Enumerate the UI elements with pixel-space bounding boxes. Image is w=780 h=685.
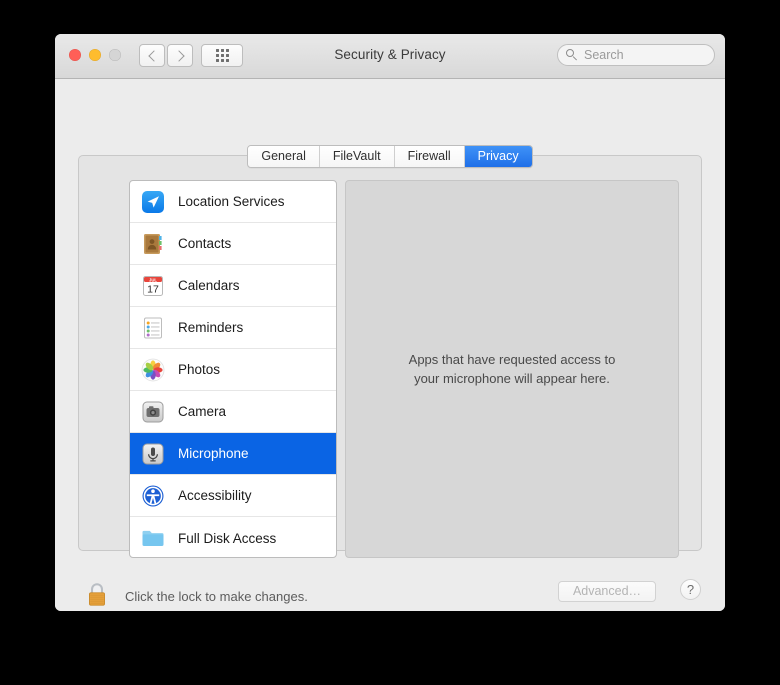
apps-list-pane[interactable]: Apps that have requested access to your … [345,180,679,558]
tab-general[interactable]: General [248,146,320,167]
privacy-services-list[interactable]: Location Services Contacts JUL 17 Calend… [129,180,337,558]
sidebar-item-label: Contacts [178,236,232,251]
sidebar-item-contacts[interactable]: Contacts [130,223,336,265]
sidebar-item-label: Calendars [178,278,240,293]
advanced-button[interactable]: Advanced… [558,581,656,602]
location-services-icon [140,189,166,215]
sidebar-item-photos[interactable]: Photos [130,349,336,391]
sidebar-item-microphone[interactable]: Microphone [130,433,336,475]
system-preferences-window: Security & Privacy General FileVault Fir… [55,34,725,611]
empty-state-message: Apps that have requested access to your … [408,352,616,386]
lock-message: Click the lock to make changes. [125,589,308,604]
sidebar-item-label: Location Services [178,194,285,209]
sidebar-item-label: Reminders [178,320,244,335]
sidebar-item-accessibility[interactable]: Accessibility [130,475,336,517]
camera-icon [140,399,166,425]
sidebar-item-calendars[interactable]: JUL 17 Calendars [130,265,336,307]
sidebar-item-label: Full Disk Access [178,530,277,546]
tab-filevault[interactable]: FileVault [319,146,395,167]
window-titlebar: Security & Privacy [55,34,725,79]
sidebar-item-label: Microphone [178,446,249,461]
sidebar-item-full-disk-access[interactable]: Full Disk Access [130,517,336,557]
preferences-body: General FileVault Firewall Privacy Locat… [55,79,725,611]
search-input[interactable] [584,48,704,62]
photos-icon [140,357,166,383]
reminders-icon [140,315,166,341]
accessibility-icon [140,483,166,509]
contacts-icon [140,231,166,257]
search-icon [566,49,578,61]
sidebar-item-reminders[interactable]: Reminders [130,307,336,349]
tab-bar: General FileVault Firewall Privacy [55,145,725,168]
search-field[interactable] [557,44,715,66]
locked-padlock-icon[interactable] [85,580,109,611]
svg-text:17: 17 [147,283,159,295]
microphone-icon [140,441,166,467]
sidebar-item-label: Photos [178,362,221,377]
svg-text:JUL: JUL [149,277,157,282]
tab-firewall[interactable]: Firewall [394,146,465,167]
help-button[interactable]: ? [680,579,701,600]
calendars-icon: JUL 17 [140,273,166,299]
sidebar-item-label: Accessibility [178,488,252,503]
sidebar-item-location-services[interactable]: Location Services [130,181,336,223]
lock-row[interactable]: Click the lock to make changes. [85,580,308,611]
tab-privacy[interactable]: Privacy [464,146,532,167]
sidebar-item-label: Camera [178,404,227,419]
sidebar-item-camera[interactable]: Camera [130,391,336,433]
full-disk-access-icon [140,525,166,551]
